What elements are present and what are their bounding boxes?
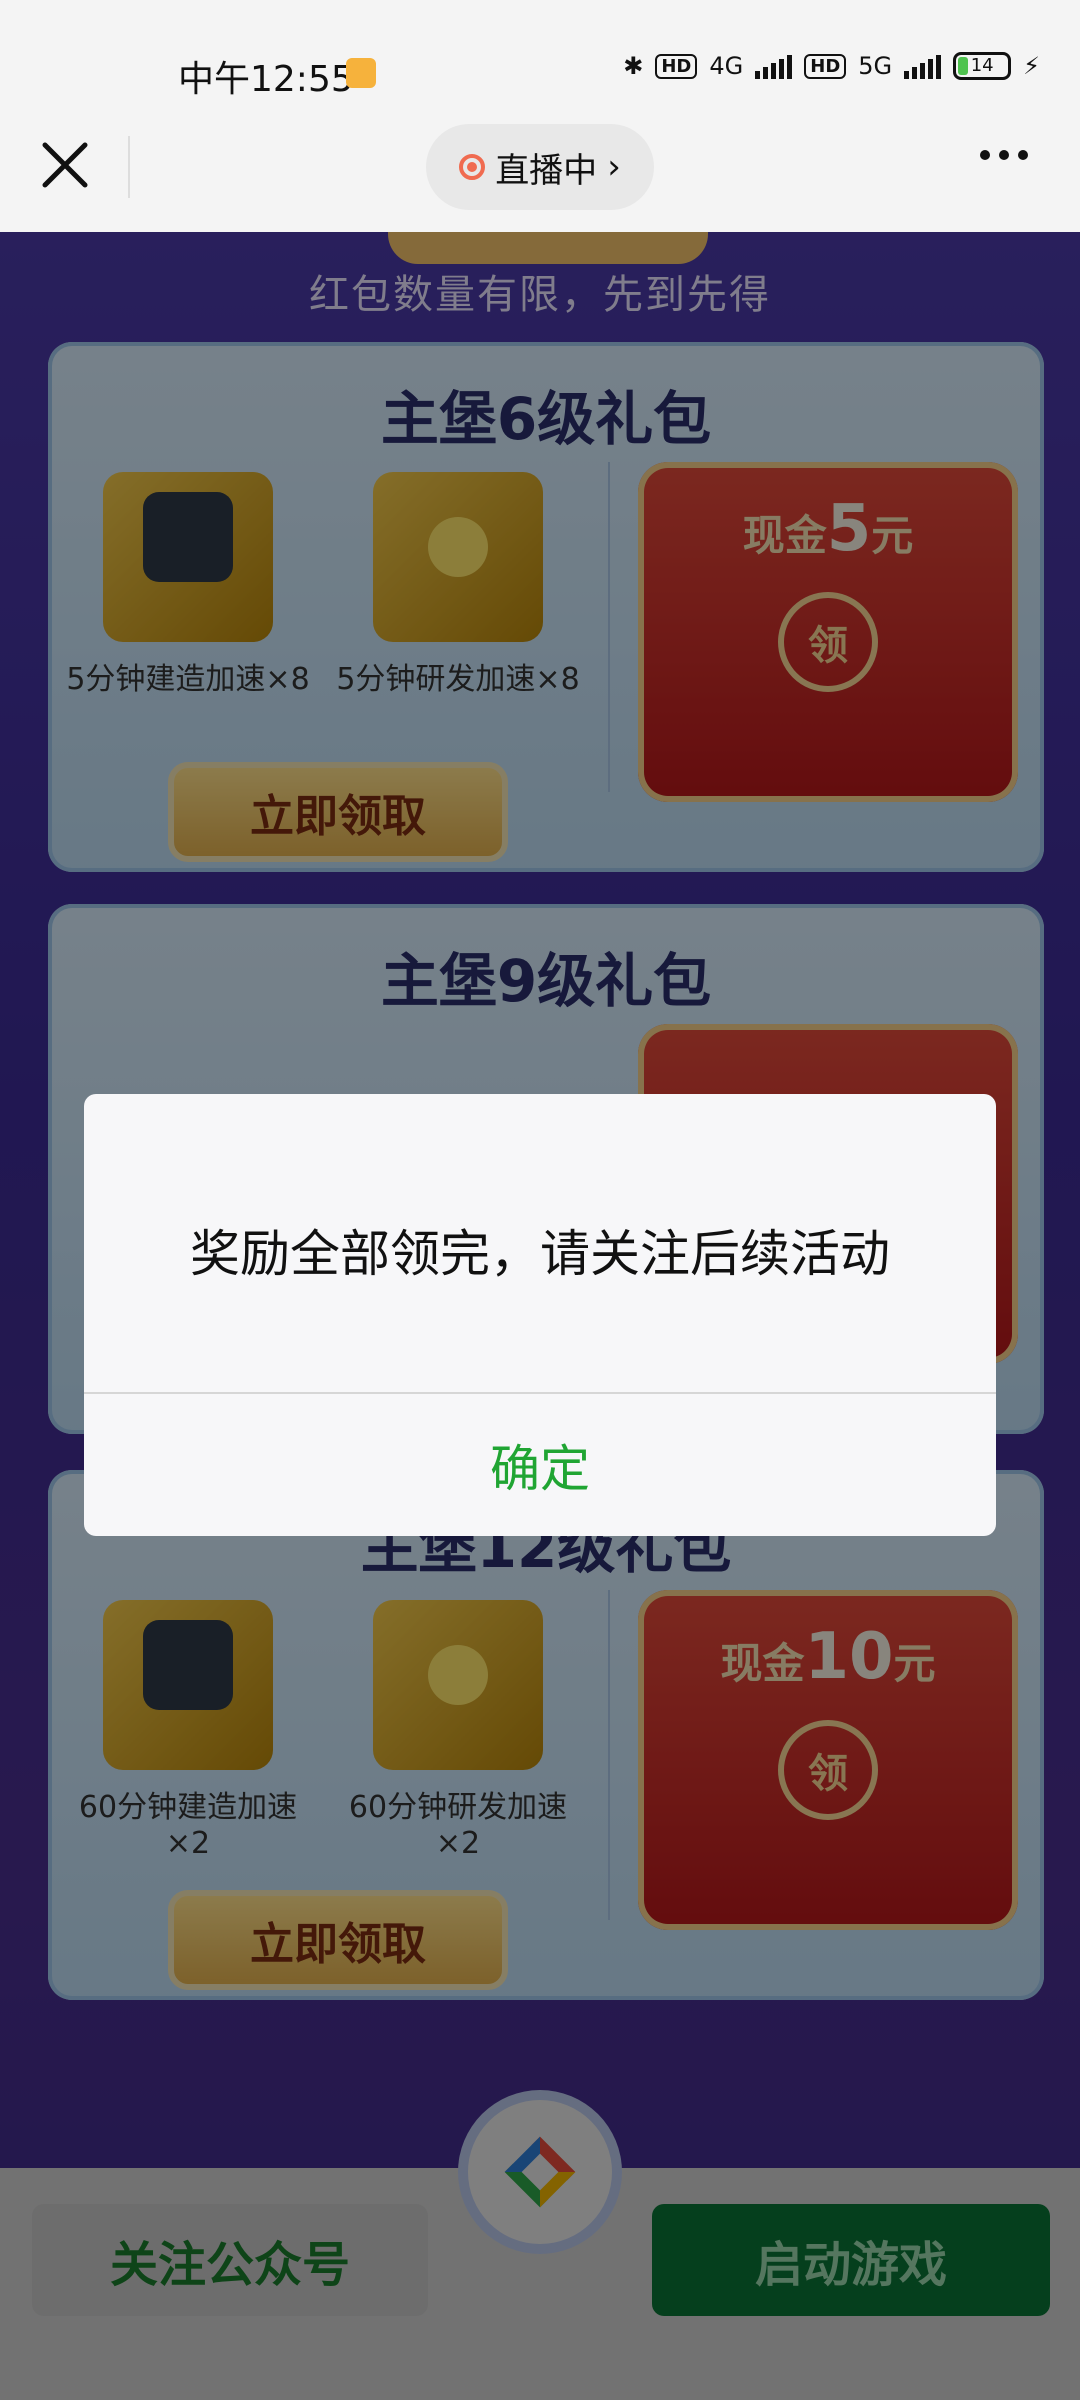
alert-dialog: 奖励全部领完，请关注后续活动 确定 [84,1094,996,1536]
network-type-right: 5G [858,52,893,80]
signal-icon [904,53,942,79]
bluetooth-icon: ✱ [623,52,644,80]
status-time: 中午12:55 [178,59,354,100]
charging-icon: ⚡ [1023,52,1040,80]
close-icon[interactable] [40,140,90,190]
more-icon[interactable] [980,150,1028,160]
dialog-confirm-button[interactable]: 确定 [84,1394,996,1536]
hd-icon: HD [655,53,698,79]
notification-icon [346,58,376,88]
battery-level: 14 [970,55,994,76]
dialog-message: 奖励全部领完，请关注后续活动 [190,1225,890,1283]
signal-icon [755,53,793,79]
live-indicator-icon [459,154,486,180]
network-type-left: 4G [709,52,744,80]
live-label: 直播中 [495,150,598,191]
battery-fill [958,57,969,75]
nav-divider [128,136,130,198]
hd-icon: HD [804,53,847,79]
chevron-right-icon: › [607,147,621,187]
status-icons: ✱ HD 4G HD 5G 14 ⚡ [623,52,1040,80]
live-button[interactable]: 直播中 › [426,124,654,210]
battery-icon: 14 [953,52,1012,80]
